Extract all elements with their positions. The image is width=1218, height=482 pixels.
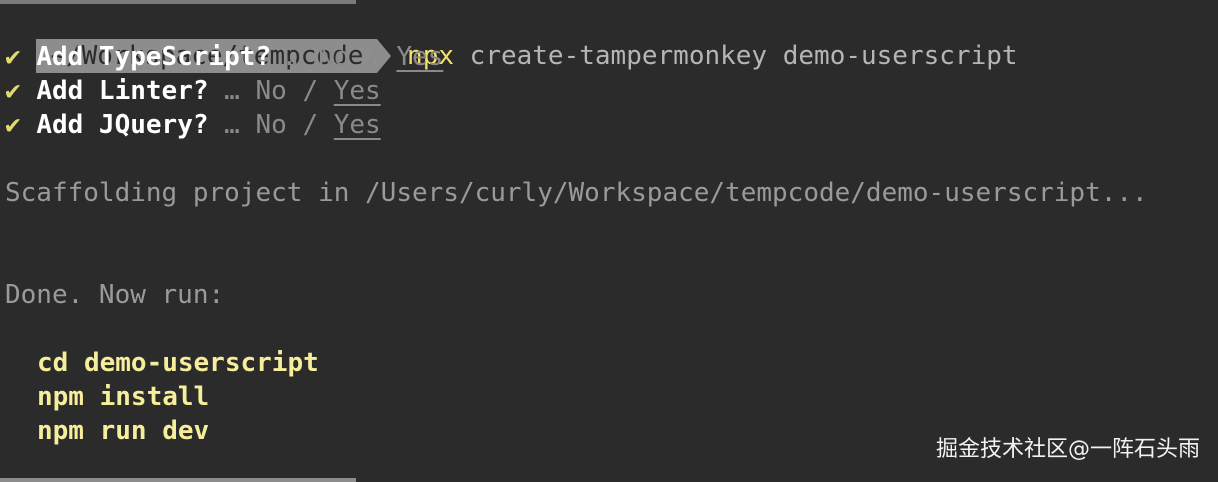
option-separator: / bbox=[302, 76, 319, 106]
option-separator: / bbox=[365, 42, 381, 72]
next-prompt-edge bbox=[0, 478, 356, 482]
checkmark-icon: ✔ bbox=[5, 42, 21, 72]
question-label: Add TypeScript? bbox=[36, 42, 272, 72]
prompt-line: ~/Workspace/tempcode npx create-tampermo… bbox=[5, 5, 1018, 73]
option-yes-selected: Yes bbox=[333, 110, 381, 140]
option-yes-selected: Yes bbox=[333, 76, 381, 106]
question-label: Add JQuery? bbox=[36, 110, 209, 140]
option-no: No bbox=[318, 42, 350, 72]
ellipsis: … bbox=[286, 42, 303, 72]
checkmark-icon: ✔ bbox=[5, 76, 21, 106]
option-no: No bbox=[255, 76, 287, 106]
question-line-jquery: ✔ Add JQuery? … No / Yes bbox=[5, 108, 381, 142]
ellipsis: … bbox=[224, 110, 240, 140]
question-line-linter: ✔ Add Linter? … No / Yes bbox=[5, 74, 381, 108]
watermark: 掘金技术社区@一阵石头雨 bbox=[935, 437, 1200, 462]
command-cd: cd demo-userscript bbox=[37, 348, 319, 378]
option-separator: / bbox=[302, 110, 319, 140]
scaffolding-message: Scaffolding project in /Users/curly/Work… bbox=[5, 178, 1148, 208]
option-yes-selected: Yes bbox=[396, 42, 444, 72]
question-label: Add Linter? bbox=[36, 76, 209, 106]
question-line-typescript: ✔ Add TypeScript? … No / Yes bbox=[5, 40, 443, 74]
previous-prompt-edge bbox=[0, 0, 356, 4]
checkmark-icon: ✔ bbox=[5, 110, 21, 140]
ellipsis: … bbox=[224, 76, 240, 106]
command-install: npm install bbox=[37, 382, 210, 412]
done-message: Done. Now run: bbox=[5, 280, 225, 310]
command-args: create-tampermonkey demo-userscript bbox=[454, 41, 1018, 71]
command-dev: npm run dev bbox=[37, 416, 210, 446]
option-no: No bbox=[255, 110, 287, 140]
